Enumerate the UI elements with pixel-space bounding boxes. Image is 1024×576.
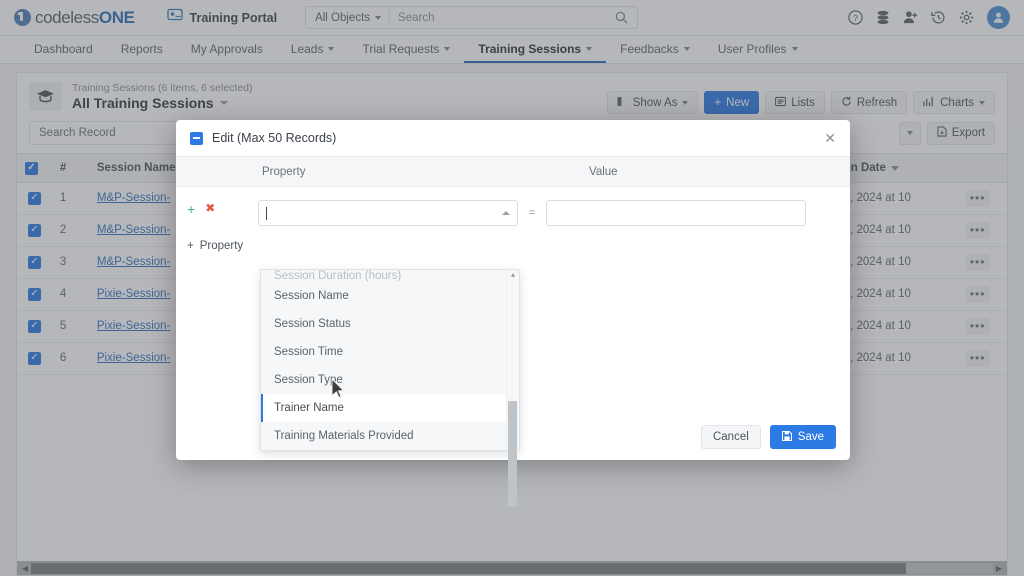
property-combobox[interactable]: [258, 200, 518, 226]
dropdown-scrollbar[interactable]: ▲ ▼: [506, 270, 519, 450]
close-icon[interactable]: ✕: [824, 131, 836, 145]
text-cursor: [266, 207, 267, 220]
property-value-row: + ✖ =: [176, 187, 850, 226]
save-label: Save: [798, 431, 824, 443]
save-button[interactable]: Save: [770, 425, 836, 449]
add-row-icon[interactable]: +: [187, 202, 195, 216]
add-property-button[interactable]: + Property: [187, 240, 243, 252]
dropdown-item-session-name[interactable]: Session Name: [261, 282, 506, 310]
mouse-cursor-icon: [331, 378, 346, 404]
save-icon: [782, 431, 792, 444]
column-header-property: Property: [258, 166, 588, 178]
dropdown-item-label: Session Duration (hours): [274, 270, 401, 282]
dropdown-item-label: Session Time: [274, 346, 343, 358]
dropdown-scrollbar-thumb[interactable]: [508, 401, 517, 507]
modal-title: Edit (Max 50 Records): [212, 131, 336, 145]
dropdown-item-label: Session Name: [274, 290, 349, 302]
dropdown-item-session-type[interactable]: Session Type: [261, 366, 506, 394]
row-action-icons: + ✖: [176, 200, 258, 216]
dropdown-item-session-status[interactable]: Session Status: [261, 310, 506, 338]
dropdown-item-trainer-name[interactable]: Trainer Name: [261, 394, 506, 422]
application-window: codelessONE Training Portal All Objects: [0, 0, 1024, 576]
remove-row-icon[interactable]: ✖: [205, 202, 215, 216]
dropdown-scrollbar-track[interactable]: [507, 281, 519, 439]
dropdown-options: Session Duration (hours) Session Name Se…: [261, 270, 506, 450]
dropdown-item-session-duration[interactable]: Session Duration (hours): [261, 270, 506, 282]
value-input[interactable]: [546, 200, 806, 226]
modal-header: Edit (Max 50 Records) ✕: [176, 120, 850, 157]
property-dropdown-list[interactable]: Session Duration (hours) Session Name Se…: [260, 269, 520, 451]
modal-column-headers: Property Value: [176, 157, 850, 187]
dropdown-item-label: Training Materials Provided: [274, 430, 414, 442]
cancel-label: Cancel: [713, 431, 749, 443]
add-property-label: Property: [200, 240, 243, 252]
edit-records-modal: Edit (Max 50 Records) ✕ Property Value +…: [176, 120, 850, 460]
dropdown-item-session-time[interactable]: Session Time: [261, 338, 506, 366]
scroll-up-arrow-icon[interactable]: ▲: [510, 270, 517, 281]
cancel-button[interactable]: Cancel: [701, 425, 761, 449]
column-header-value: Value: [588, 166, 850, 178]
modal-body: Property Value + ✖ = + Property: [176, 157, 850, 414]
edit-modal-icon: [190, 132, 203, 145]
dropdown-item-label: Session Status: [274, 318, 351, 330]
chevron-up-icon[interactable]: [502, 211, 510, 215]
dropdown-item-training-materials-provided[interactable]: Training Materials Provided: [261, 422, 506, 450]
plus-icon: +: [187, 240, 194, 252]
equals-operator: =: [518, 200, 546, 226]
